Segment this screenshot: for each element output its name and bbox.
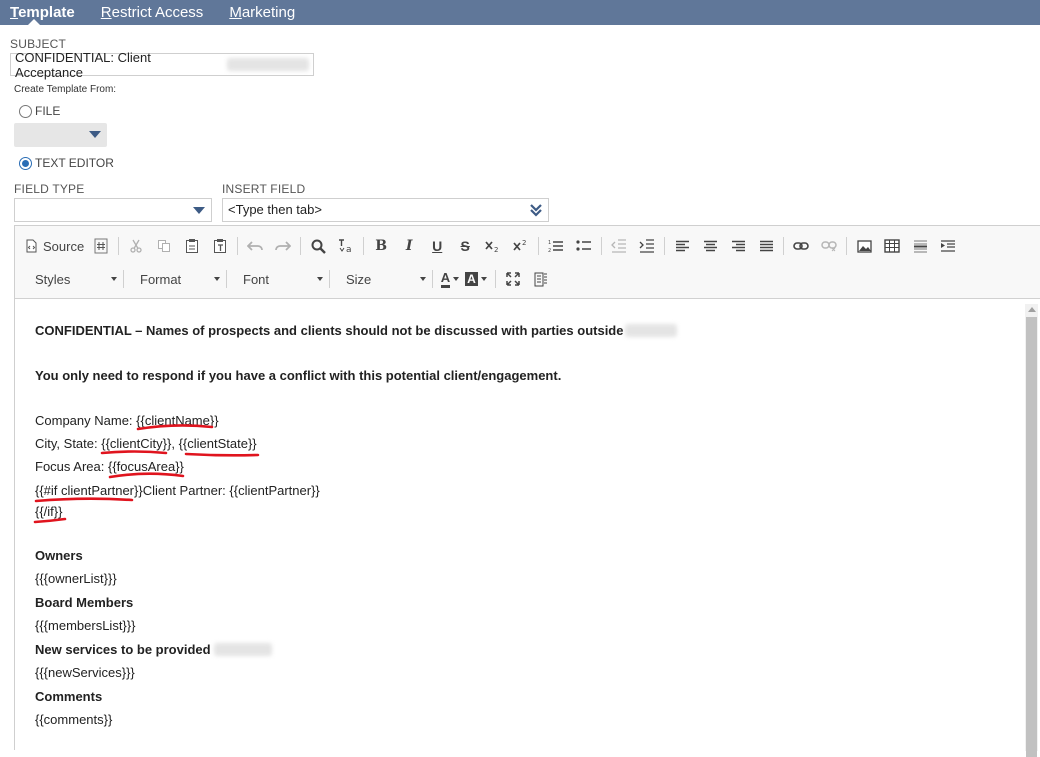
redacted-text: [213, 643, 272, 656]
comments-heading: Comments: [35, 689, 103, 704]
new-services-heading: New services to be provided: [35, 642, 211, 657]
client-partner-line: {{#if clientPartner}}Client Partner: {{c…: [35, 483, 320, 498]
scrollbar-thumb[interactable]: [1026, 317, 1037, 757]
editor-scrollbar[interactable]: [1025, 304, 1038, 757]
confidential-line: CONFIDENTIAL – Names of prospects and cl…: [35, 323, 678, 338]
new-services-line: New services to be provided: [35, 642, 272, 657]
text-editor-radio[interactable]: [19, 156, 32, 170]
file-radio[interactable]: [19, 104, 32, 118]
comments-token: {{comments}}: [35, 712, 113, 727]
focus-area-token: {{focusArea}}: [107, 459, 184, 474]
new-services-token: {{{newServices}}}: [35, 665, 135, 680]
company-line: Company Name: {{clientName}}: [35, 413, 219, 428]
client-city-token: {{clientCity}}: [101, 436, 172, 451]
city-separator: ,: [171, 436, 179, 451]
editor-content[interactable]: CONFIDENTIAL – Names of prospects and cl…: [35, 0, 1015, 750]
client-name-token: {{clientName}}: [136, 413, 219, 428]
redacted-text: [625, 324, 678, 337]
city-prefix: City, State:: [35, 436, 102, 451]
company-prefix: Company Name:: [35, 413, 137, 428]
endif-line: {{/if}}: [35, 504, 63, 519]
confidential-text: CONFIDENTIAL – Names of prospects and cl…: [35, 323, 624, 338]
focus-prefix: Focus Area:: [35, 459, 108, 474]
board-members-heading: Board Members: [35, 595, 134, 610]
members-token: {{{membersList}}}: [35, 618, 136, 633]
focus-area-line: Focus Area: {{focusArea}}: [35, 459, 184, 474]
owners-token: {{{ownerList}}}: [35, 571, 117, 586]
city-state-line: City, State: {{clientCity}}, {{clientSta…: [35, 436, 257, 451]
tab-template-accesskey: T: [10, 4, 19, 21]
client-partner-text: Client Partner: {{clientPartner}}: [142, 483, 320, 498]
scroll-up-arrow-icon[interactable]: [1028, 307, 1036, 312]
client-state-token: {{clientState}}: [178, 436, 257, 451]
if-client-partner-token: {{#if clientPartner}}: [35, 483, 143, 498]
respond-line: You only need to respond if you have a c…: [35, 368, 562, 383]
owners-heading: Owners: [35, 548, 83, 563]
